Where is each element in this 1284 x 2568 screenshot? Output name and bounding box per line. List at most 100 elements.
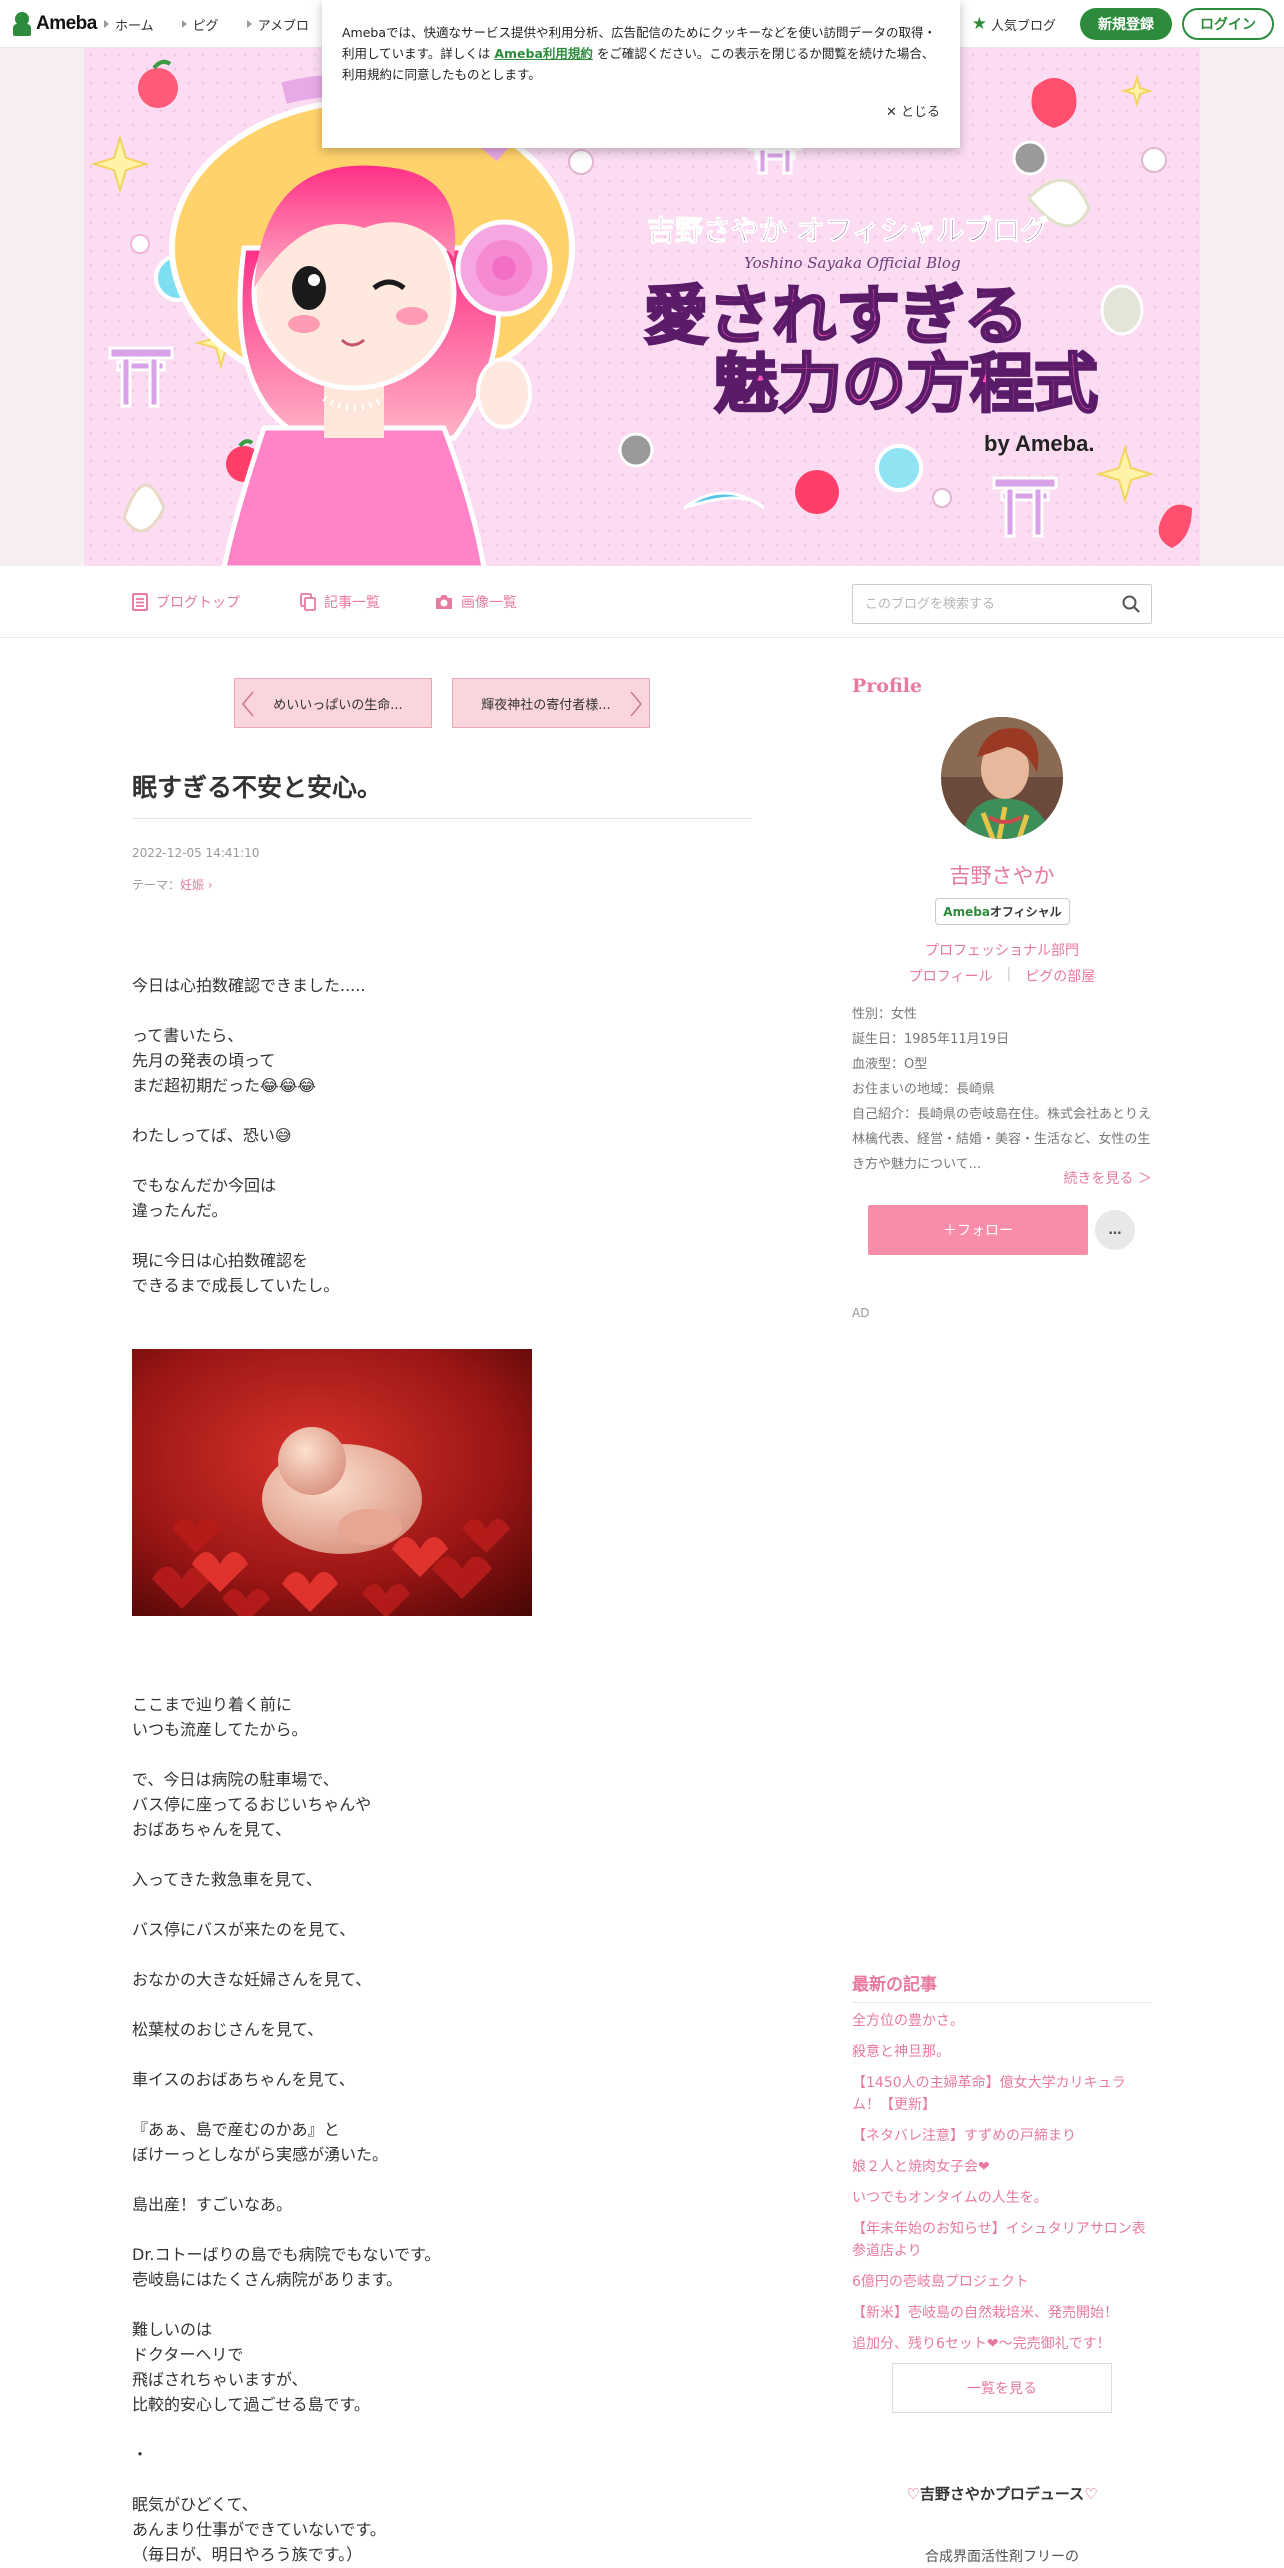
global-nav-home-label: ホーム (115, 18, 154, 34)
article-list-label: 記事一覧 (324, 595, 380, 611)
body-line: バス停にバスが来たのを見て、 (132, 1920, 356, 1939)
recent-post-link[interactable]: 【ネタバレ注意】すずめの戸締まり (852, 2125, 1152, 2147)
heart-icon: ♡ (906, 2485, 920, 2503)
pigg-room-link[interactable]: ピグの部屋 (1025, 966, 1095, 986)
body-line: ぼけーっとしながら実感が湧いた。 (132, 2145, 389, 2164)
body-line: 違ったんだ。 (132, 1201, 228, 1220)
ameba-logo[interactable]: Ameba (12, 11, 97, 37)
profile-category-link[interactable]: プロフェッショナル部門 (852, 940, 1152, 960)
ameba-logo-text: Ameba (36, 13, 97, 34)
blog-top-link[interactable]: ブログトップ (132, 566, 240, 638)
body-line: で、今日は病院の駐車場で、 (132, 1770, 339, 1789)
article-image-fetus-hearts[interactable] (132, 1349, 532, 1616)
profile-link[interactable]: プロフィール (909, 966, 993, 986)
search-icon[interactable] (1121, 594, 1141, 614)
heart-icon: ♡ (1084, 2485, 1098, 2503)
ad-label: AD (852, 1306, 870, 1320)
image-list-link[interactable]: 画像一覧 (435, 566, 517, 638)
recent-divider (852, 2002, 1152, 2003)
view-all-button[interactable]: 一覧を見る (892, 2363, 1112, 2413)
body-line: 島出産！すごいなあ。 (132, 2195, 293, 2214)
banner-title-main-2: 魅力の方程式 (714, 348, 1098, 422)
article-body-part-1: 今日は心拍数確認できました..... って書いたら、 先月の発表の頃って まだ超初期だ… (132, 973, 752, 1298)
body-line: 車イスのおばあちゃんを見て、 (132, 2070, 355, 2089)
prev-article-label: めいいっぱいの生命... (273, 697, 403, 713)
chevron-left-icon (242, 691, 254, 717)
body-line: できるまで成長していたし。 (132, 1276, 340, 1295)
blog-top-label: ブログトップ (156, 595, 240, 611)
body-line (132, 1992, 752, 2017)
profile-info-line: 誕生日：1985年11月19日 (852, 1032, 1010, 1047)
body-line (132, 2042, 752, 2067)
global-nav-pigg-label: ピグ (192, 18, 219, 34)
body-line: いつも流産してたから。 (132, 1720, 308, 1739)
article-theme: テーマ：妊娠 › (132, 876, 213, 893)
global-nav-home[interactable]: ホーム (104, 15, 154, 34)
recent-post-link[interactable]: 追加分、残り6セット❤～完売御礼です！ (852, 2333, 1152, 2355)
body-line: （毎日が、明日やろう族です。） (132, 2545, 363, 2564)
body-line (132, 2292, 752, 2317)
body-line (132, 1148, 752, 1173)
next-article-button[interactable]: 輝夜神社の寄付者様... (452, 678, 650, 728)
banner-title-roman: Yoshino Sayaka Official Blog (744, 254, 961, 272)
body-line: あんまり仕事ができていないです。 (132, 2520, 386, 2539)
theme-label: テーマ： (132, 878, 181, 892)
recent-post-link[interactable]: 【1450人の主婦革命】億女大学カリキュラム！【更新】 (852, 2072, 1152, 2116)
article-list-link[interactable]: 記事一覧 (300, 566, 380, 638)
header-actions: ★ 人気ブログ 新規登録 ログイン (972, 7, 1274, 41)
global-nav-pigg[interactable]: ピグ (181, 15, 219, 34)
body-line: 眠気がひどくて、 (132, 2495, 258, 2514)
recent-post-link[interactable]: 娘２人と焼肉女子会❤ (852, 2156, 1152, 2178)
body-line: ・ (132, 2445, 149, 2464)
recent-post-link[interactable]: 全方位の豊かさ。 (852, 2010, 1152, 2032)
recent-post-link[interactable]: 6億円の壱岐島プロジェクト (852, 2271, 1152, 2293)
link-separator: | (1006, 966, 1012, 982)
body-line (132, 2217, 752, 2242)
recent-post-link[interactable]: 殺意と神旦那。 (852, 2041, 1152, 2063)
badge-text: オフィシャル (989, 905, 1062, 919)
recent-post-link[interactable]: いつでもオンタイムの人生を。 (852, 2187, 1152, 2209)
blog-nav: ブログトップ 記事一覧 画像一覧 (0, 566, 1284, 638)
body-line: 現に今日は心拍数確認を (132, 1251, 309, 1270)
recent-post-link[interactable]: 【年末年始のお知らせ】イシュタリアサロン表参道店より (852, 2218, 1152, 2262)
banner-title-main-1: 愛されすぎる (644, 280, 1028, 354)
body-line (132, 2467, 752, 2492)
body-line: 今日は心拍数確認できました..... (132, 976, 366, 995)
profile-avatar[interactable] (941, 717, 1063, 839)
body-line (132, 998, 752, 1023)
profile-info-line: 自己紹介：長崎県の壱岐島在住。株式会社あとりえ林檎代表、経営・結婚・美容・生活な… (852, 1107, 1152, 1172)
global-nav-ameblo[interactable]: アメブロ (246, 15, 309, 34)
body-line (132, 1742, 752, 1767)
body-line (132, 1892, 752, 1917)
popular-blog-link[interactable]: ★ 人気ブログ (972, 14, 1056, 34)
body-line: Dr.コトーばりの島でも病院でもないです。 (132, 2245, 441, 2264)
login-button[interactable]: ログイン (1182, 8, 1274, 40)
body-line: 飛ばされちゃいますが、 (132, 2370, 308, 2389)
article-body-part-2: ここまで辿り着く前に いつも流産してたから。 で、今日は病院の駐車場で、 バス停に座っ… (132, 1692, 752, 2567)
more-options-button[interactable]: … (1095, 1210, 1135, 1250)
blog-search-input[interactable] (853, 585, 1093, 623)
body-line (132, 1942, 752, 1967)
profile-heading: Profile (852, 675, 923, 697)
body-line: でもなんだか今回は (132, 1176, 277, 1195)
body-line (132, 1098, 752, 1123)
banner-by-ameba: by Ameba. (984, 431, 1094, 456)
caret-right-icon (246, 20, 252, 28)
ameba-logo-icon (12, 12, 32, 36)
produce-heading: ♡吉野さやかプロデュース♡ (852, 2483, 1152, 2504)
register-button[interactable]: 新規登録 (1080, 8, 1172, 40)
body-line: 先月の発表の頃って (132, 1051, 276, 1070)
caret-right-icon (104, 20, 109, 28)
read-more-link[interactable]: 続きを見る ＞ (852, 1168, 1152, 1188)
recent-post-link[interactable]: 【新米】壱岐島の自然栽培米、発売開始！ (852, 2302, 1152, 2324)
body-line: 壱岐島にはたくさん病院があります。 (132, 2270, 403, 2289)
global-nav: ホーム ピグ アメブロ (104, 0, 309, 48)
terms-link[interactable]: Ameba利用規約 (494, 46, 593, 61)
prev-article-button[interactable]: めいいっぱいの生命... (234, 678, 432, 728)
theme-link[interactable]: 妊娠 › (180, 878, 213, 892)
body-line: って書いたら、 (132, 1026, 244, 1045)
profile-name[interactable]: 吉野さやか (852, 860, 1152, 890)
banner-title-small: 吉野さやか オフィシャルブログ (647, 214, 1048, 247)
follow-button[interactable]: ＋フォロー (868, 1205, 1088, 1255)
cookie-close-button[interactable]: ✕ とじる (886, 101, 940, 120)
